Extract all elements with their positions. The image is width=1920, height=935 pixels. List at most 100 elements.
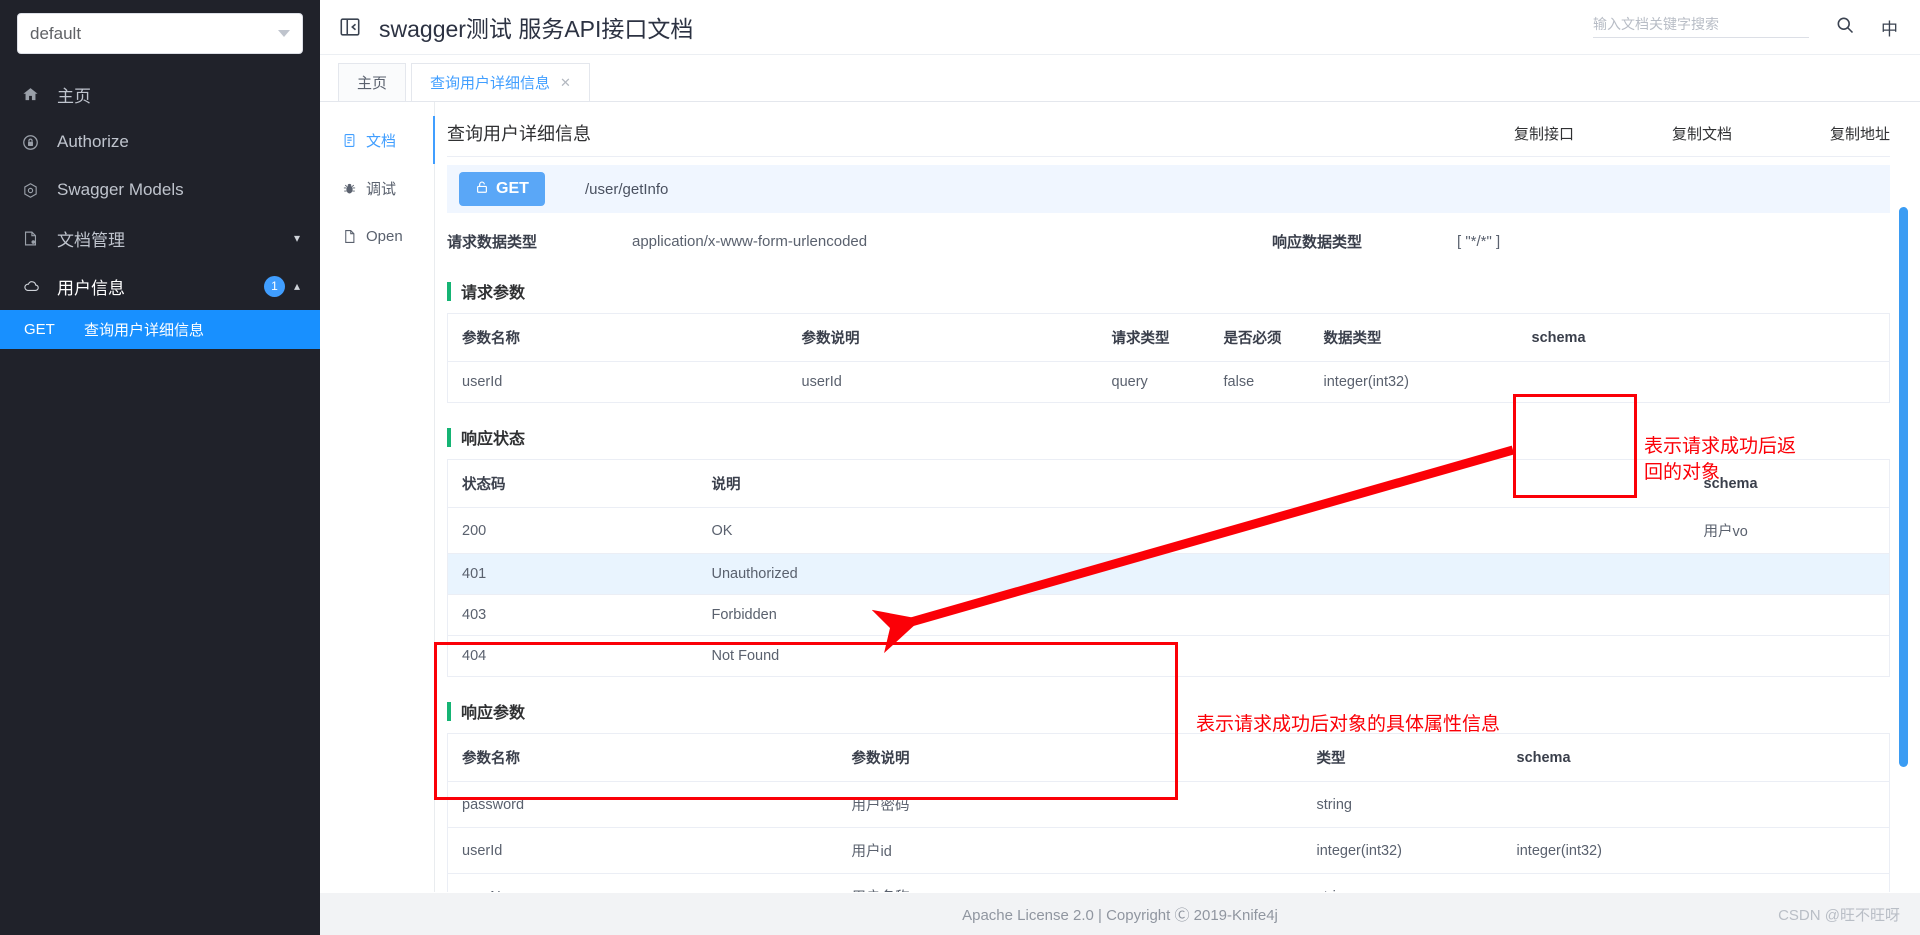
table-row: password 用户密码 string — [447, 781, 1890, 828]
response-status-table: 状态码 说明 schema 200 OK 用户vo 401 Unauthoriz… — [447, 459, 1890, 677]
request-params-title: 请求参数 — [447, 279, 1890, 303]
cell-status-schema: 用户vo — [1689, 507, 1890, 554]
table-header-row: 参数名称 参数说明 类型 schema — [447, 733, 1890, 782]
close-icon[interactable]: ✕ — [560, 75, 571, 91]
col-request-type: 请求类型 — [1097, 313, 1210, 362]
vertical-scrollbar[interactable] — [1899, 207, 1908, 767]
cell-status-code: 403 — [447, 594, 698, 636]
copy-address-button[interactable]: 复制地址 — [1830, 123, 1890, 144]
cell-status-code: 401 — [447, 553, 698, 595]
cell-status-desc: Not Found — [711, 648, 780, 664]
cell-schema — [1518, 362, 1890, 403]
sidebar: default 主页 Authorize Swagger Models 文档管理… — [0, 0, 320, 935]
doc-title: 查询用户详细信息 — [447, 124, 591, 144]
cell-data-type: integer(int32) — [1323, 374, 1409, 390]
document-icon — [342, 133, 357, 148]
chevron-down-icon — [278, 30, 290, 37]
doc-content: 查询用户详细信息 复制接口 复制文档 复制地址 GET /user/getInf… — [435, 102, 1912, 892]
topbar: swagger测试 服务API接口文档 中 — [320, 0, 1920, 55]
cell-status-schema — [1689, 553, 1890, 595]
tab-home[interactable]: 主页 — [338, 63, 407, 101]
cell-status-desc: Forbidden — [697, 594, 1690, 636]
sidebar-item-doc-manage[interactable]: 文档管理 ▾ — [0, 214, 320, 262]
home-icon — [22, 84, 46, 104]
sidebar-item-user-info[interactable]: 用户信息 1 ▴ — [0, 262, 320, 310]
request-datatype-value: application/x-www-form-urlencoded — [632, 232, 868, 250]
endpoint-url: /user/getInfo — [585, 180, 669, 198]
doc-header: 查询用户详细信息 复制接口 复制文档 复制地址 — [447, 102, 1890, 157]
subtab-debug-label: 调试 — [366, 180, 397, 198]
app-root: default 主页 Authorize Swagger Models 文档管理… — [0, 0, 1920, 935]
service-select-value: default — [30, 23, 82, 43]
sidebar-api-method: GET — [24, 321, 55, 338]
sidebar-item-home-label: 主页 — [57, 86, 91, 106]
copy-document-button[interactable]: 复制文档 — [1672, 123, 1732, 144]
col-rp-type: 类型 — [1302, 733, 1503, 782]
cell-rp-schema — [1503, 874, 1890, 893]
request-datatype-label: 请求数据类型 — [447, 233, 538, 251]
service-select[interactable]: default — [17, 13, 303, 54]
sidebar-api-item-get-user-info[interactable]: GET 查询用户详细信息 — [0, 310, 320, 349]
sidebar-item-doc-manage-label: 文档管理 — [57, 230, 125, 250]
col-required: 是否必须 — [1209, 313, 1310, 362]
cell-param-desc: userId — [801, 374, 842, 390]
footer: Apache License 2.0 | Copyright Ⓒ 2019-Kn… — [320, 893, 1920, 935]
tab-strip: 主页 查询用户详细信息 ✕ — [320, 56, 1920, 102]
sidebar-item-user-info-label: 用户信息 — [57, 278, 125, 298]
table-row: 200 OK 用户vo — [447, 507, 1890, 554]
table-row: userName 用户名称 string — [448, 874, 1890, 893]
footer-text: Apache License 2.0 | Copyright Ⓒ 2019-Kn… — [962, 906, 1278, 924]
http-method-badge: GET — [459, 172, 545, 206]
tab-user-detail[interactable]: 查询用户详细信息 ✕ — [411, 63, 590, 101]
cell-rp-desc: 用户密码 — [837, 781, 1303, 828]
col-schema: schema — [1517, 313, 1890, 362]
cell-status-desc: OK — [697, 507, 1690, 554]
cell-status-code: 200 — [447, 507, 698, 554]
subtab-document-label: 文档 — [366, 132, 397, 150]
col-data-type: 数据类型 — [1309, 313, 1518, 362]
doc-subtabs: 文档 调试 Open — [320, 102, 435, 892]
table-row: 404 Not Found — [448, 636, 1890, 677]
cell-rp-type: string — [1302, 781, 1503, 828]
search-field[interactable] — [1593, 16, 1809, 38]
cell-rp-name: userId — [447, 827, 838, 874]
datatype-row: 请求数据类型 application/x-www-form-urlencoded… — [447, 213, 1890, 269]
sidebar-item-home[interactable]: 主页 — [0, 70, 320, 118]
lock-icon — [22, 132, 46, 152]
search-input[interactable] — [1593, 16, 1809, 32]
sidebar-item-authorize-label: Authorize — [57, 132, 129, 151]
search-icon[interactable] — [1835, 15, 1855, 40]
response-params-table: 参数名称 参数说明 类型 schema password 用户密码 string… — [447, 733, 1890, 892]
endpoint-bar: GET /user/getInfo — [447, 165, 1890, 213]
cell-rp-name: userName — [448, 874, 838, 893]
subtab-document[interactable]: 文档 — [320, 116, 435, 164]
chevron-up-icon[interactable]: ▴ — [294, 280, 300, 292]
cell-status-desc: Unauthorized — [697, 553, 1690, 595]
sidebar-item-authorize[interactable]: Authorize — [0, 118, 320, 166]
cloud-icon — [22, 276, 46, 296]
collapse-menu-icon[interactable] — [339, 16, 361, 38]
cell-rp-schema: integer(int32) — [1502, 827, 1890, 874]
http-method-label: GET — [496, 180, 529, 197]
annotation-text-schema: 表示请求成功后返回的对象 — [1644, 436, 1797, 483]
cell-status-schema — [1689, 594, 1890, 636]
topbar-right: 中 — [1593, 15, 1920, 40]
col-rp-schema: schema — [1502, 733, 1890, 782]
table-row: 401 Unauthorized — [447, 553, 1890, 595]
sidebar-item-swagger-models-label: Swagger Models — [57, 180, 184, 199]
subtab-debug[interactable]: 调试 — [320, 164, 434, 212]
subtab-open[interactable]: Open — [320, 212, 434, 260]
tab-home-label: 主页 — [357, 75, 388, 92]
status-badge: 1 — [263, 275, 285, 297]
cell-rp-type: string — [1303, 874, 1503, 893]
language-toggle-button[interactable]: 中 — [1881, 15, 1898, 40]
table-header-row: 参数名称 参数说明 请求类型 是否必须 数据类型 schema — [447, 313, 1890, 362]
copy-interface-button[interactable]: 复制接口 — [1514, 123, 1574, 144]
sidebar-api-name: 查询用户详细信息 — [84, 322, 205, 339]
sidebar-item-swagger-models[interactable]: Swagger Models — [0, 166, 320, 214]
lock-open-icon — [475, 179, 489, 200]
chevron-down-icon[interactable]: ▾ — [294, 232, 300, 244]
cell-request-type[interactable]: query — [1098, 362, 1210, 403]
table-row: userId userId query false integer(int32) — [448, 362, 1890, 403]
models-icon — [22, 180, 46, 200]
